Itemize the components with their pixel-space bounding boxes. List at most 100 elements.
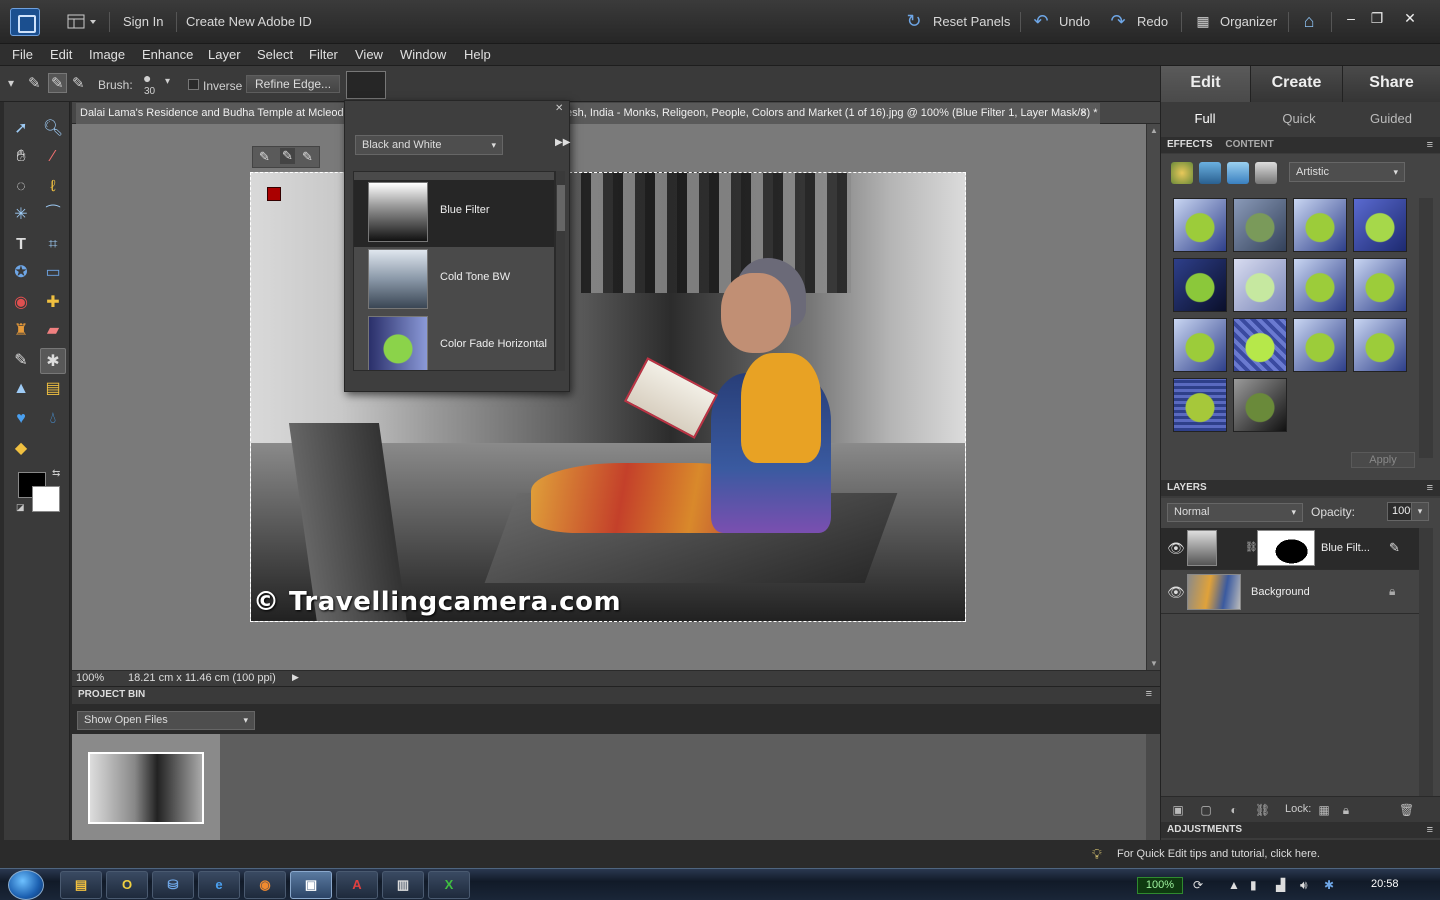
scroll-down-icon[interactable]: ▼	[1150, 659, 1158, 668]
redo-icon[interactable]: ↷	[1108, 11, 1128, 31]
smart-brush-tool-icon[interactable]: ✱	[40, 348, 66, 374]
effect-thumbnail[interactable]	[1293, 258, 1347, 312]
layer-mask-thumbnail[interactable]	[1257, 530, 1315, 566]
menu-window[interactable]: Window	[400, 47, 446, 62]
project-bin-show-select[interactable]: Show Open Files ▾	[77, 711, 255, 730]
effect-thumbnail[interactable]	[1173, 378, 1227, 432]
layer-row-background[interactable]: 👁︎ Background 🔒︎	[1161, 572, 1419, 614]
new-group-icon[interactable]: ▢	[1199, 803, 1213, 817]
redo-button[interactable]: Redo	[1137, 14, 1168, 29]
sponge-tool-icon[interactable]: ◆	[8, 436, 34, 462]
minimize-icon[interactable]: –	[1343, 10, 1359, 26]
photo-effects-icon[interactable]	[1227, 162, 1249, 184]
battery-indicator[interactable]: 100%	[1137, 877, 1183, 894]
filter-preset-picker[interactable]	[346, 71, 386, 99]
brush-mode-add-icon[interactable]: ✎	[48, 73, 67, 93]
options-menu-icon[interactable]: ▾	[8, 76, 14, 90]
canvas-area[interactable]: ✎ ✎ ✎ © Travellingcamera.com	[72, 124, 1146, 670]
effect-thumbnail[interactable]	[1173, 318, 1227, 372]
smart-brush-pin-icon[interactable]	[267, 187, 281, 201]
panel-menu-icon[interactable]: ≡	[1427, 137, 1433, 153]
shape-tool-icon[interactable]: ♥	[8, 406, 34, 432]
gradient-tool-icon[interactable]: ▤	[40, 376, 66, 402]
app-logo-icon[interactable]	[10, 8, 40, 36]
brush-mode-subtract-icon[interactable]: ✎	[302, 149, 313, 165]
magic-wand-tool-icon[interactable]: ✳	[8, 202, 34, 228]
brush-mode-new-icon[interactable]: ✎	[28, 74, 41, 92]
restore-icon[interactable]: ❐	[1369, 10, 1385, 27]
layer-visibility-eye-icon[interactable]: 👁︎	[1167, 584, 1185, 601]
menu-filter[interactable]: Filter	[309, 47, 338, 62]
effects-scrollbar[interactable]	[1419, 198, 1433, 458]
effect-thumbnail[interactable]	[1293, 198, 1347, 252]
outlook-taskbar-icon[interactable]: O	[106, 871, 148, 899]
home-icon[interactable]: ⌂	[1299, 11, 1319, 31]
blend-mode-select[interactable]: Normal ▾	[1167, 503, 1303, 522]
brush-preview-icon[interactable]: ●	[143, 70, 151, 86]
excel-taskbar-icon[interactable]: X	[428, 871, 470, 899]
subtab-quick[interactable]: Quick	[1253, 106, 1345, 132]
brush-tool-icon[interactable]: ✎	[8, 348, 34, 374]
clock[interactable]: 20:58	[1371, 878, 1399, 890]
filter-item-blue-filter[interactable]: Blue Filter	[354, 180, 554, 247]
effect-thumbnail[interactable]	[1353, 198, 1407, 252]
popup-close-icon[interactable]: ✕	[555, 103, 563, 114]
red-eye-tool-icon[interactable]: ◉	[8, 290, 34, 316]
new-fill-layer-icon[interactable]: ◐	[1227, 803, 1241, 817]
layers-scrollbar[interactable]	[1419, 528, 1433, 796]
blur-tool-icon[interactable]: 💧︎	[40, 406, 66, 432]
effect-thumbnail[interactable]	[1353, 258, 1407, 312]
layer-visibility-eye-icon[interactable]: 👁︎	[1167, 540, 1185, 557]
zoom-tool-icon[interactable]: 🔍︎	[40, 116, 66, 142]
lock-all-icon[interactable]: 🔒︎	[1339, 803, 1353, 817]
acrobat-taskbar-icon[interactable]: A	[336, 871, 378, 899]
effect-thumbnail[interactable]	[1173, 258, 1227, 312]
straighten-tool-icon[interactable]: ▭	[40, 260, 66, 286]
menu-edit[interactable]: Edit	[50, 47, 72, 62]
scroll-thumb[interactable]	[557, 185, 565, 231]
clone-stamp-tool-icon[interactable]: ♜	[8, 318, 34, 344]
reset-panels-button[interactable]: Reset Panels	[933, 14, 1010, 29]
menu-enhance[interactable]: Enhance	[142, 47, 193, 62]
bluetooth-tray-icon[interactable]: ✱	[1324, 878, 1334, 892]
firefox-taskbar-icon[interactable]: ◉	[244, 871, 286, 899]
tab-share[interactable]: Share	[1343, 66, 1440, 102]
explorer-taskbar-icon[interactable]: ▤	[60, 871, 102, 899]
project-bin-scrollbar[interactable]	[1146, 734, 1160, 840]
status-menu-icon[interactable]: ▶	[292, 672, 299, 683]
notepad-taskbar-icon[interactable]: ▥	[382, 871, 424, 899]
crop-tool-icon[interactable]: ⌗	[40, 232, 66, 258]
brush-mode-icon[interactable]: ✎	[259, 149, 270, 165]
zoom-level[interactable]: 100%	[76, 672, 104, 684]
background-color-swatch[interactable]	[32, 486, 60, 512]
tab-content[interactable]: CONTENT	[1225, 139, 1273, 150]
menu-file[interactable]: File	[12, 47, 33, 62]
swap-colors-icon[interactable]: ⇆	[52, 468, 60, 479]
quick-edit-tip-link[interactable]: For Quick Edit tips and tutorial, click …	[1117, 848, 1320, 860]
scroll-up-icon[interactable]: ▲	[1150, 126, 1158, 135]
brush-dropdown-icon[interactable]: ▾	[165, 76, 170, 87]
layer-row-blue-filter[interactable]: 👁︎ ⛓︎ Blue Filt... ✎	[1161, 528, 1419, 570]
effects-category-select[interactable]: Artistic ▾	[1289, 162, 1405, 182]
move-tool-icon[interactable]: ➚	[8, 116, 34, 142]
type-tool-icon[interactable]: T	[8, 232, 34, 258]
tab-create[interactable]: Create	[1251, 66, 1343, 102]
signal-tray-icon[interactable]: ▟	[1276, 878, 1285, 892]
organizer-icon[interactable]: ▦	[1193, 11, 1213, 31]
panel-menu-icon[interactable]: ≡	[1427, 480, 1433, 496]
effect-thumbnail[interactable]	[1173, 198, 1227, 252]
show-hidden-icons-icon[interactable]: ▲	[1228, 878, 1240, 892]
internet-explorer-taskbar-icon[interactable]: e	[198, 871, 240, 899]
layer-styles-icon[interactable]	[1199, 162, 1221, 184]
document-close-icon[interactable]: ×	[1080, 105, 1087, 119]
effect-thumbnail[interactable]	[1293, 318, 1347, 372]
canvas-vertical-scrollbar[interactable]: ▲ ▼	[1146, 124, 1160, 670]
subtab-guided[interactable]: Guided	[1345, 106, 1437, 132]
effect-thumbnail[interactable]	[1233, 318, 1287, 372]
menu-select[interactable]: Select	[257, 47, 293, 62]
all-effects-icon[interactable]	[1255, 162, 1277, 184]
project-bin-thumbnail[interactable]	[88, 752, 204, 824]
filter-item-cold-tone-bw[interactable]: Cold Tone BW	[354, 247, 554, 314]
link-layers-icon[interactable]: ⛓︎	[1255, 803, 1270, 817]
effect-thumbnail[interactable]	[1233, 198, 1287, 252]
